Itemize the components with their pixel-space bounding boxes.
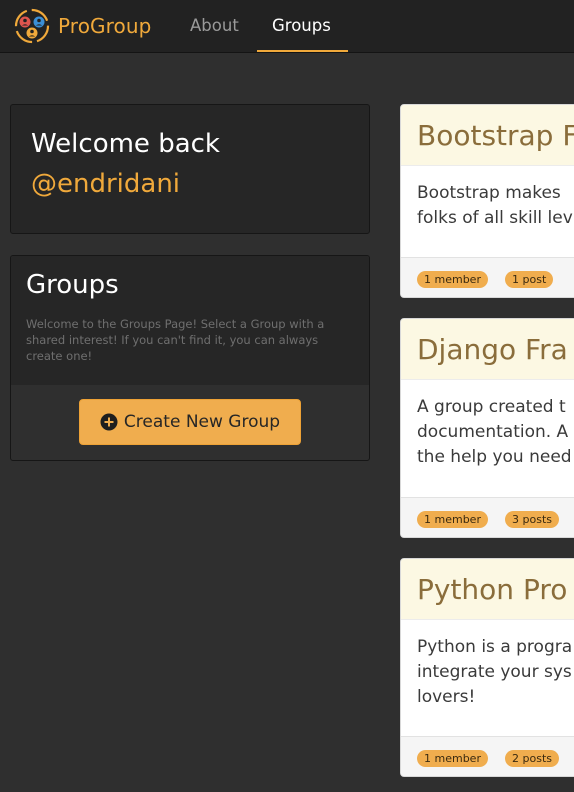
group-card[interactable]: Bootstrap F Bootstrap makes folks of all…	[400, 104, 574, 298]
groups-panel-header: Groups Welcome to the Groups Page! Selec…	[11, 256, 369, 385]
brand-name: ProGroup	[58, 14, 152, 38]
group-title[interactable]: Bootstrap F	[417, 119, 574, 152]
welcome-card: Welcome back @endridani	[10, 104, 370, 234]
brand-link[interactable]: ProGroup	[14, 5, 151, 47]
group-title[interactable]: Django Fra	[417, 333, 568, 366]
posts-badge: 1 post	[505, 271, 554, 288]
posts-badge: 2 posts	[505, 750, 559, 767]
group-card-header: Django Fra	[401, 319, 574, 380]
group-card-header: Python Pro	[401, 559, 574, 620]
group-card[interactable]: Django Fra A group created t documentati…	[400, 318, 574, 538]
posts-badge: 3 posts	[505, 511, 559, 528]
progroup-logo-icon	[14, 8, 50, 44]
create-new-group-label: Create New Group	[123, 412, 281, 432]
groups-panel: Groups Welcome to the Groups Page! Selec…	[10, 255, 370, 461]
group-card-footer: 1 member 1 post	[401, 257, 574, 297]
group-card-footer: 1 member 2 posts	[401, 736, 574, 776]
welcome-username: @endridani	[31, 169, 181, 199]
group-description: A group created t documentation. A the h…	[417, 397, 572, 467]
welcome-title: Welcome back	[31, 129, 220, 159]
nav-link-about[interactable]: About	[190, 16, 239, 35]
create-new-group-button[interactable]: Create New Group	[79, 399, 301, 445]
nav-link-groups[interactable]: Groups	[272, 16, 331, 35]
members-badge: 1 member	[417, 511, 488, 528]
groups-title: Groups	[26, 270, 119, 300]
group-title[interactable]: Python Pro	[417, 573, 567, 606]
groups-description: Welcome to the Groups Page! Select a Gro…	[26, 317, 325, 363]
group-card-footer: 1 member 3 posts	[401, 497, 574, 537]
group-card-header: Bootstrap F	[401, 105, 574, 166]
group-card[interactable]: Python Pro Python is a progra integrate …	[400, 558, 574, 777]
members-badge: 1 member	[417, 750, 488, 767]
group-description: Bootstrap makes folks of all skill lev	[417, 183, 573, 228]
plus-circle-icon	[100, 413, 118, 431]
members-badge: 1 member	[417, 271, 488, 288]
group-description: Python is a progra integrate your sys lo…	[417, 637, 573, 707]
navbar: ProGroup About Groups	[0, 0, 574, 53]
nav-active-indicator	[257, 50, 348, 52]
